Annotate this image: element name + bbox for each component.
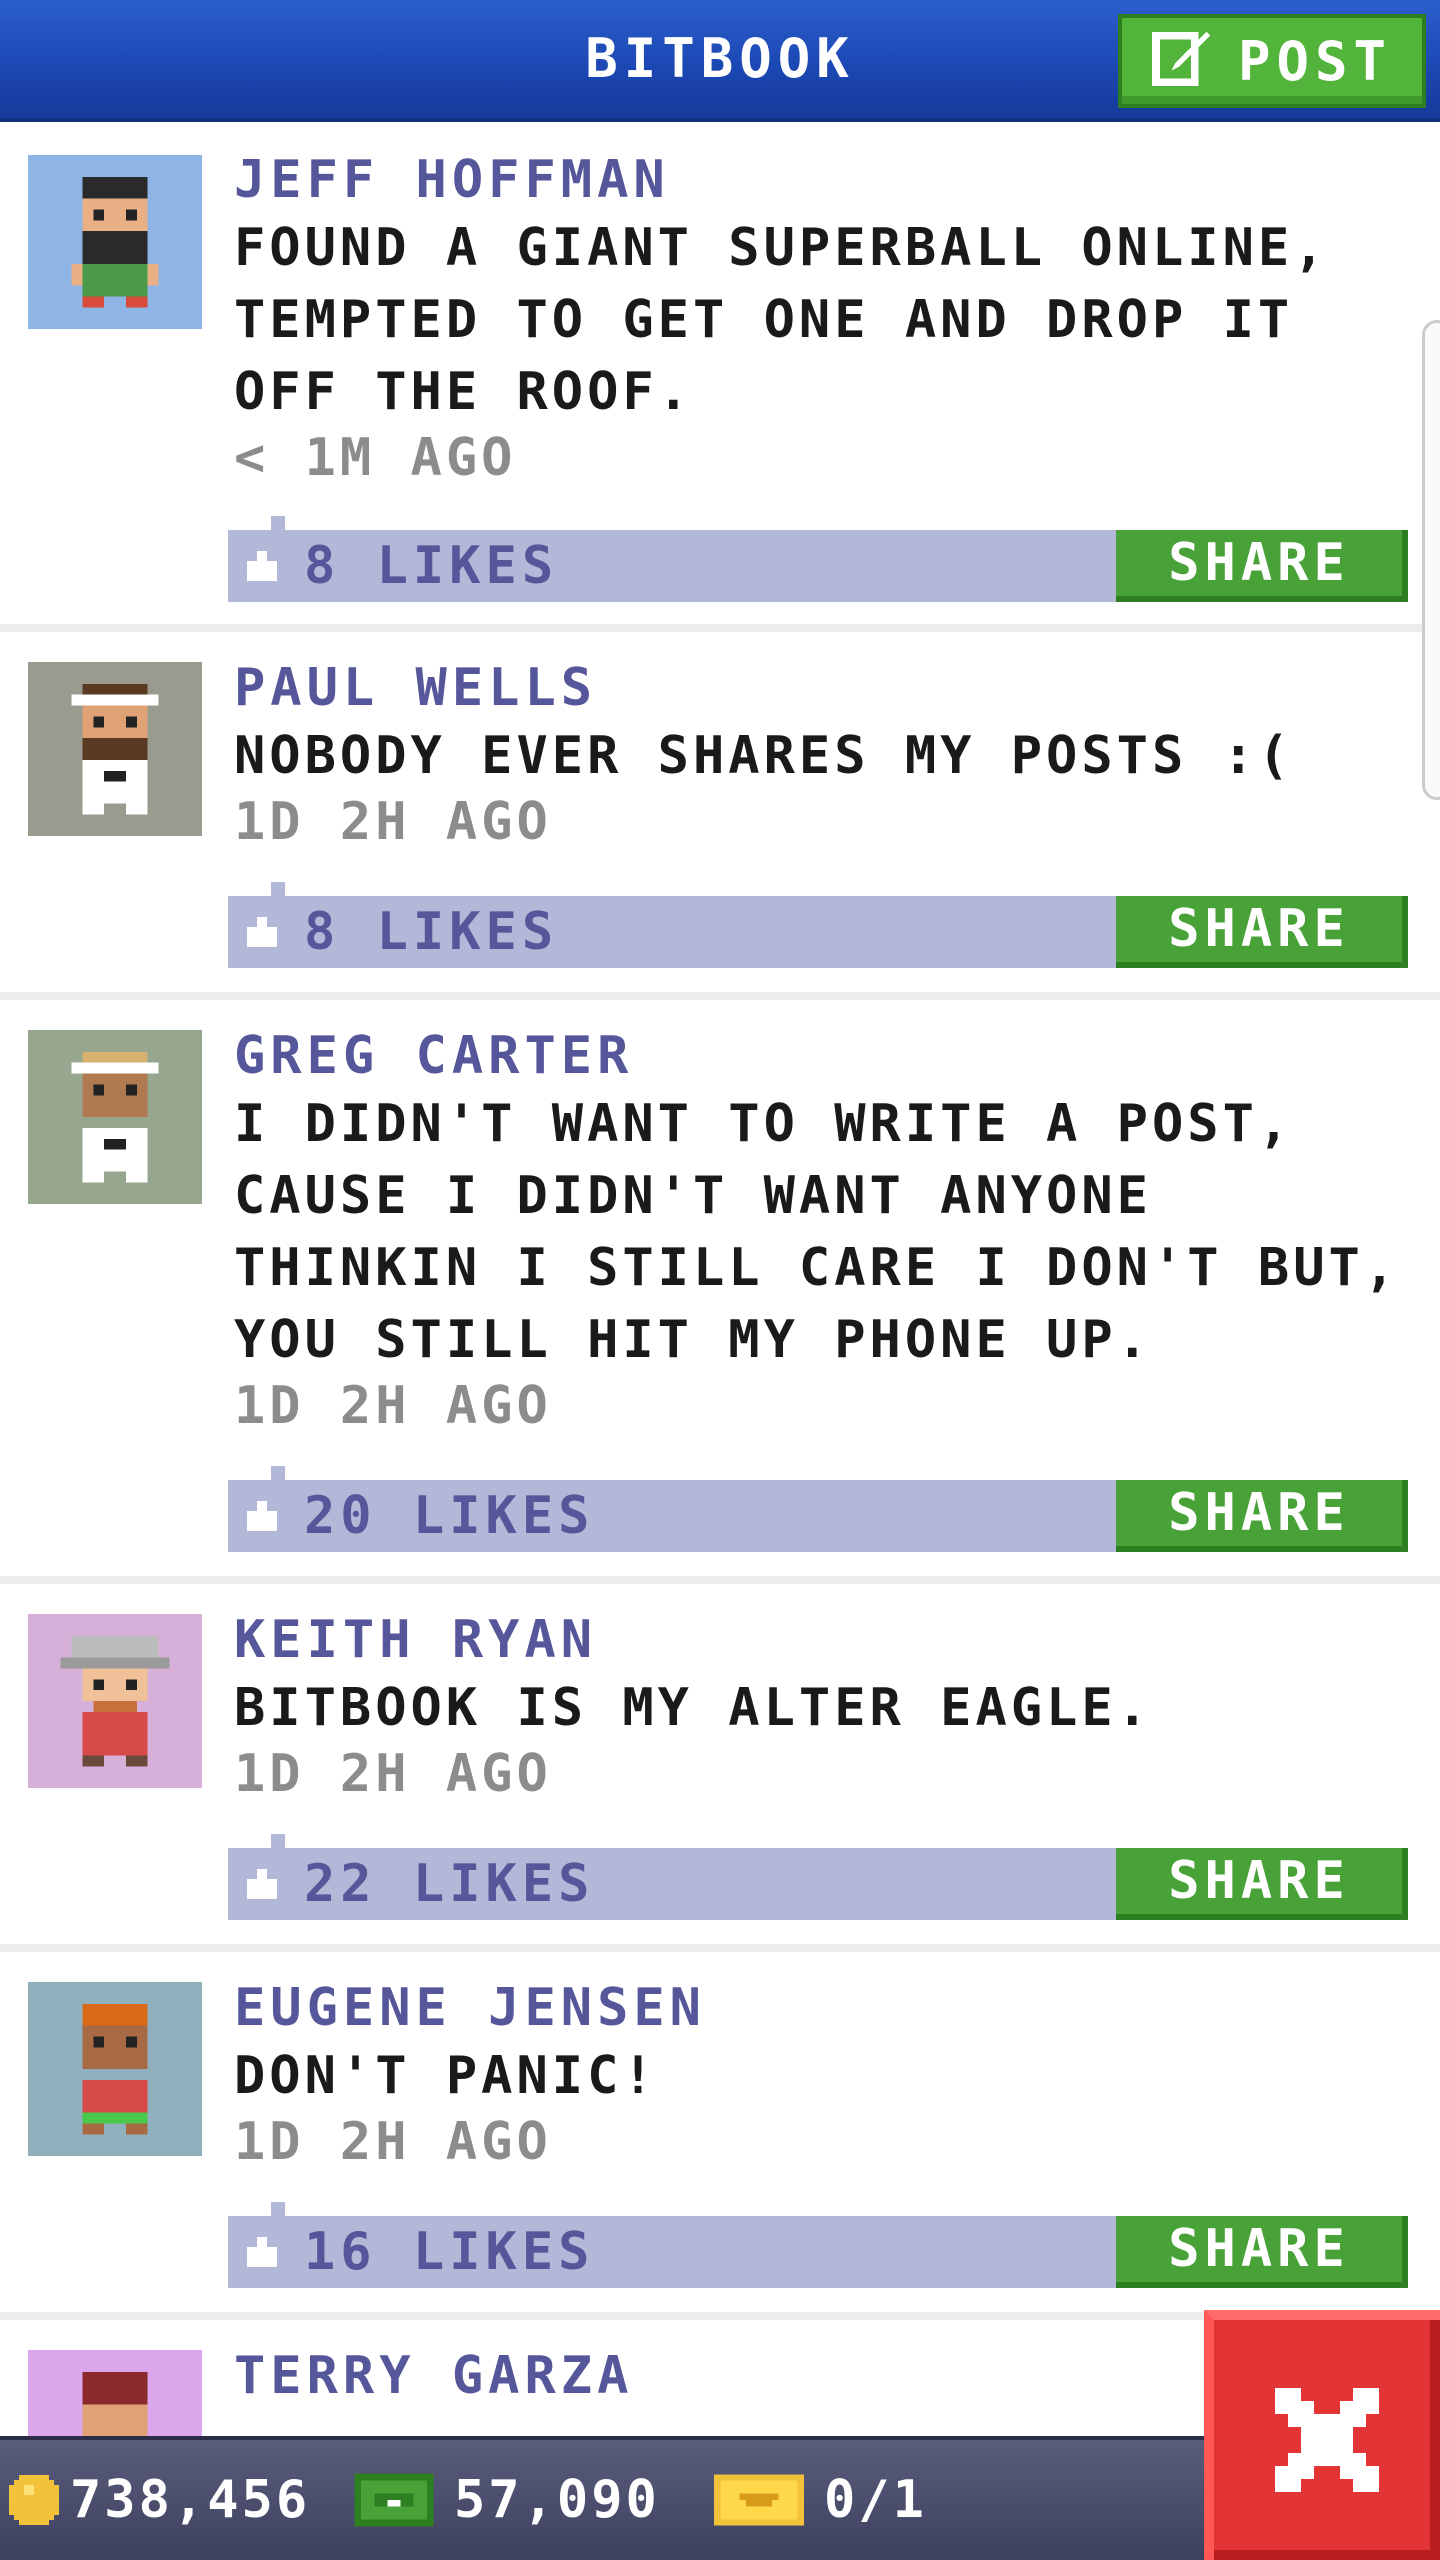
- bux-stat: 57,090: [348, 2440, 660, 2560]
- close-button[interactable]: [1204, 2310, 1440, 2560]
- post-text: BITBOOK IS MY ALTER EAGLE.: [234, 1678, 1152, 1738]
- share-button[interactable]: SHARE: [1116, 530, 1408, 602]
- post-text: NOBODY EVER SHARES MY POSTS :(: [234, 726, 1294, 786]
- post-timestamp: 1D 2H AGO: [234, 1376, 552, 1436]
- avatar: [28, 662, 202, 836]
- ticket-icon: [714, 2474, 804, 2526]
- avatar: [28, 1030, 202, 1204]
- post-timestamp: 1D 2H AGO: [234, 1744, 552, 1804]
- thumbs-up-icon[interactable]: [242, 1496, 282, 1536]
- post-timestamp: < 1M AGO: [234, 428, 517, 488]
- thumbs-up-icon[interactable]: [242, 546, 282, 586]
- thumbs-up-icon[interactable]: [242, 912, 282, 952]
- share-button[interactable]: SHARE: [1116, 896, 1408, 968]
- post-timestamp: 1D 2H AGO: [234, 792, 552, 852]
- scrollbar[interactable]: [1422, 320, 1440, 800]
- feed-post: PAUL WELLS NOBODY EVER SHARES MY POSTS :…: [0, 632, 1440, 1000]
- coins-value: 738,456: [70, 2470, 311, 2530]
- post-author[interactable]: GREG CARTER: [234, 1026, 633, 1086]
- like-bar: 8 LIKES SHARE: [228, 882, 1408, 968]
- likes-count: 16 LIKES: [304, 2222, 595, 2282]
- thumbs-up-icon[interactable]: [242, 2232, 282, 2272]
- avatar: [28, 1982, 202, 2156]
- feed-post: GREG CARTER I DIDN'T WANT TO WRITE A POS…: [0, 1000, 1440, 1584]
- like-bar: 20 LIKES SHARE: [228, 1466, 1408, 1552]
- likes-count: 22 LIKES: [304, 1854, 595, 1914]
- close-icon: [1275, 2388, 1379, 2492]
- coin-icon: [9, 2475, 59, 2525]
- feed[interactable]: JEFF HOFFMAN FOUND A GIANT SUPERBALL ONL…: [0, 122, 1440, 2524]
- likes-count: 8 LIKES: [304, 536, 559, 596]
- avatar: [28, 1614, 202, 1788]
- edit-icon: [1151, 24, 1214, 99]
- likes-count: 8 LIKES: [304, 902, 559, 962]
- bux-value: 57,090: [454, 2470, 660, 2530]
- feed-post: JEFF HOFFMAN FOUND A GIANT SUPERBALL ONL…: [0, 122, 1440, 632]
- share-button[interactable]: SHARE: [1116, 1480, 1408, 1552]
- thumbs-up-icon[interactable]: [242, 1864, 282, 1904]
- tickets-value: 0/1: [824, 2470, 927, 2530]
- post-text: I DIDN'T WANT TO WRITE A POST, CAUSE I D…: [234, 1094, 1400, 1370]
- tickets-stat: 0/1: [714, 2440, 927, 2560]
- post-timestamp: 1D 2H AGO: [234, 2112, 552, 2172]
- post-button-label: POST: [1237, 29, 1393, 93]
- bux-icon: [354, 2473, 434, 2527]
- likes-count: 20 LIKES: [304, 1486, 595, 1546]
- post-author[interactable]: KEITH RYAN: [234, 1610, 597, 1670]
- feed-post: EUGENE JENSEN DON'T PANIC! 1D 2H AGO 16 …: [0, 1952, 1440, 2320]
- coins-stat: 738,456: [4, 2440, 310, 2560]
- share-button[interactable]: SHARE: [1116, 2216, 1408, 2288]
- avatar: [28, 155, 202, 329]
- post-author[interactable]: PAUL WELLS: [234, 658, 597, 718]
- like-bar: 22 LIKES SHARE: [228, 1834, 1408, 1920]
- post-text: DON'T PANIC!: [234, 2046, 658, 2106]
- app-header: BITBOOK POST: [0, 0, 1440, 122]
- feed-post: KEITH RYAN BITBOOK IS MY ALTER EAGLE. 1D…: [0, 1584, 1440, 1952]
- like-bar: 8 LIKES SHARE: [228, 516, 1408, 602]
- post-button[interactable]: POST: [1118, 14, 1426, 108]
- post-author[interactable]: TERRY GARZA: [234, 2346, 633, 2406]
- share-button[interactable]: SHARE: [1116, 1848, 1408, 1920]
- post-text: FOUND A GIANT SUPERBALL ONLINE, TEMPTED …: [234, 218, 1329, 422]
- post-author[interactable]: EUGENE JENSEN: [234, 1978, 706, 2038]
- like-bar: 16 LIKES SHARE: [228, 2202, 1408, 2288]
- post-author[interactable]: JEFF HOFFMAN: [234, 150, 670, 210]
